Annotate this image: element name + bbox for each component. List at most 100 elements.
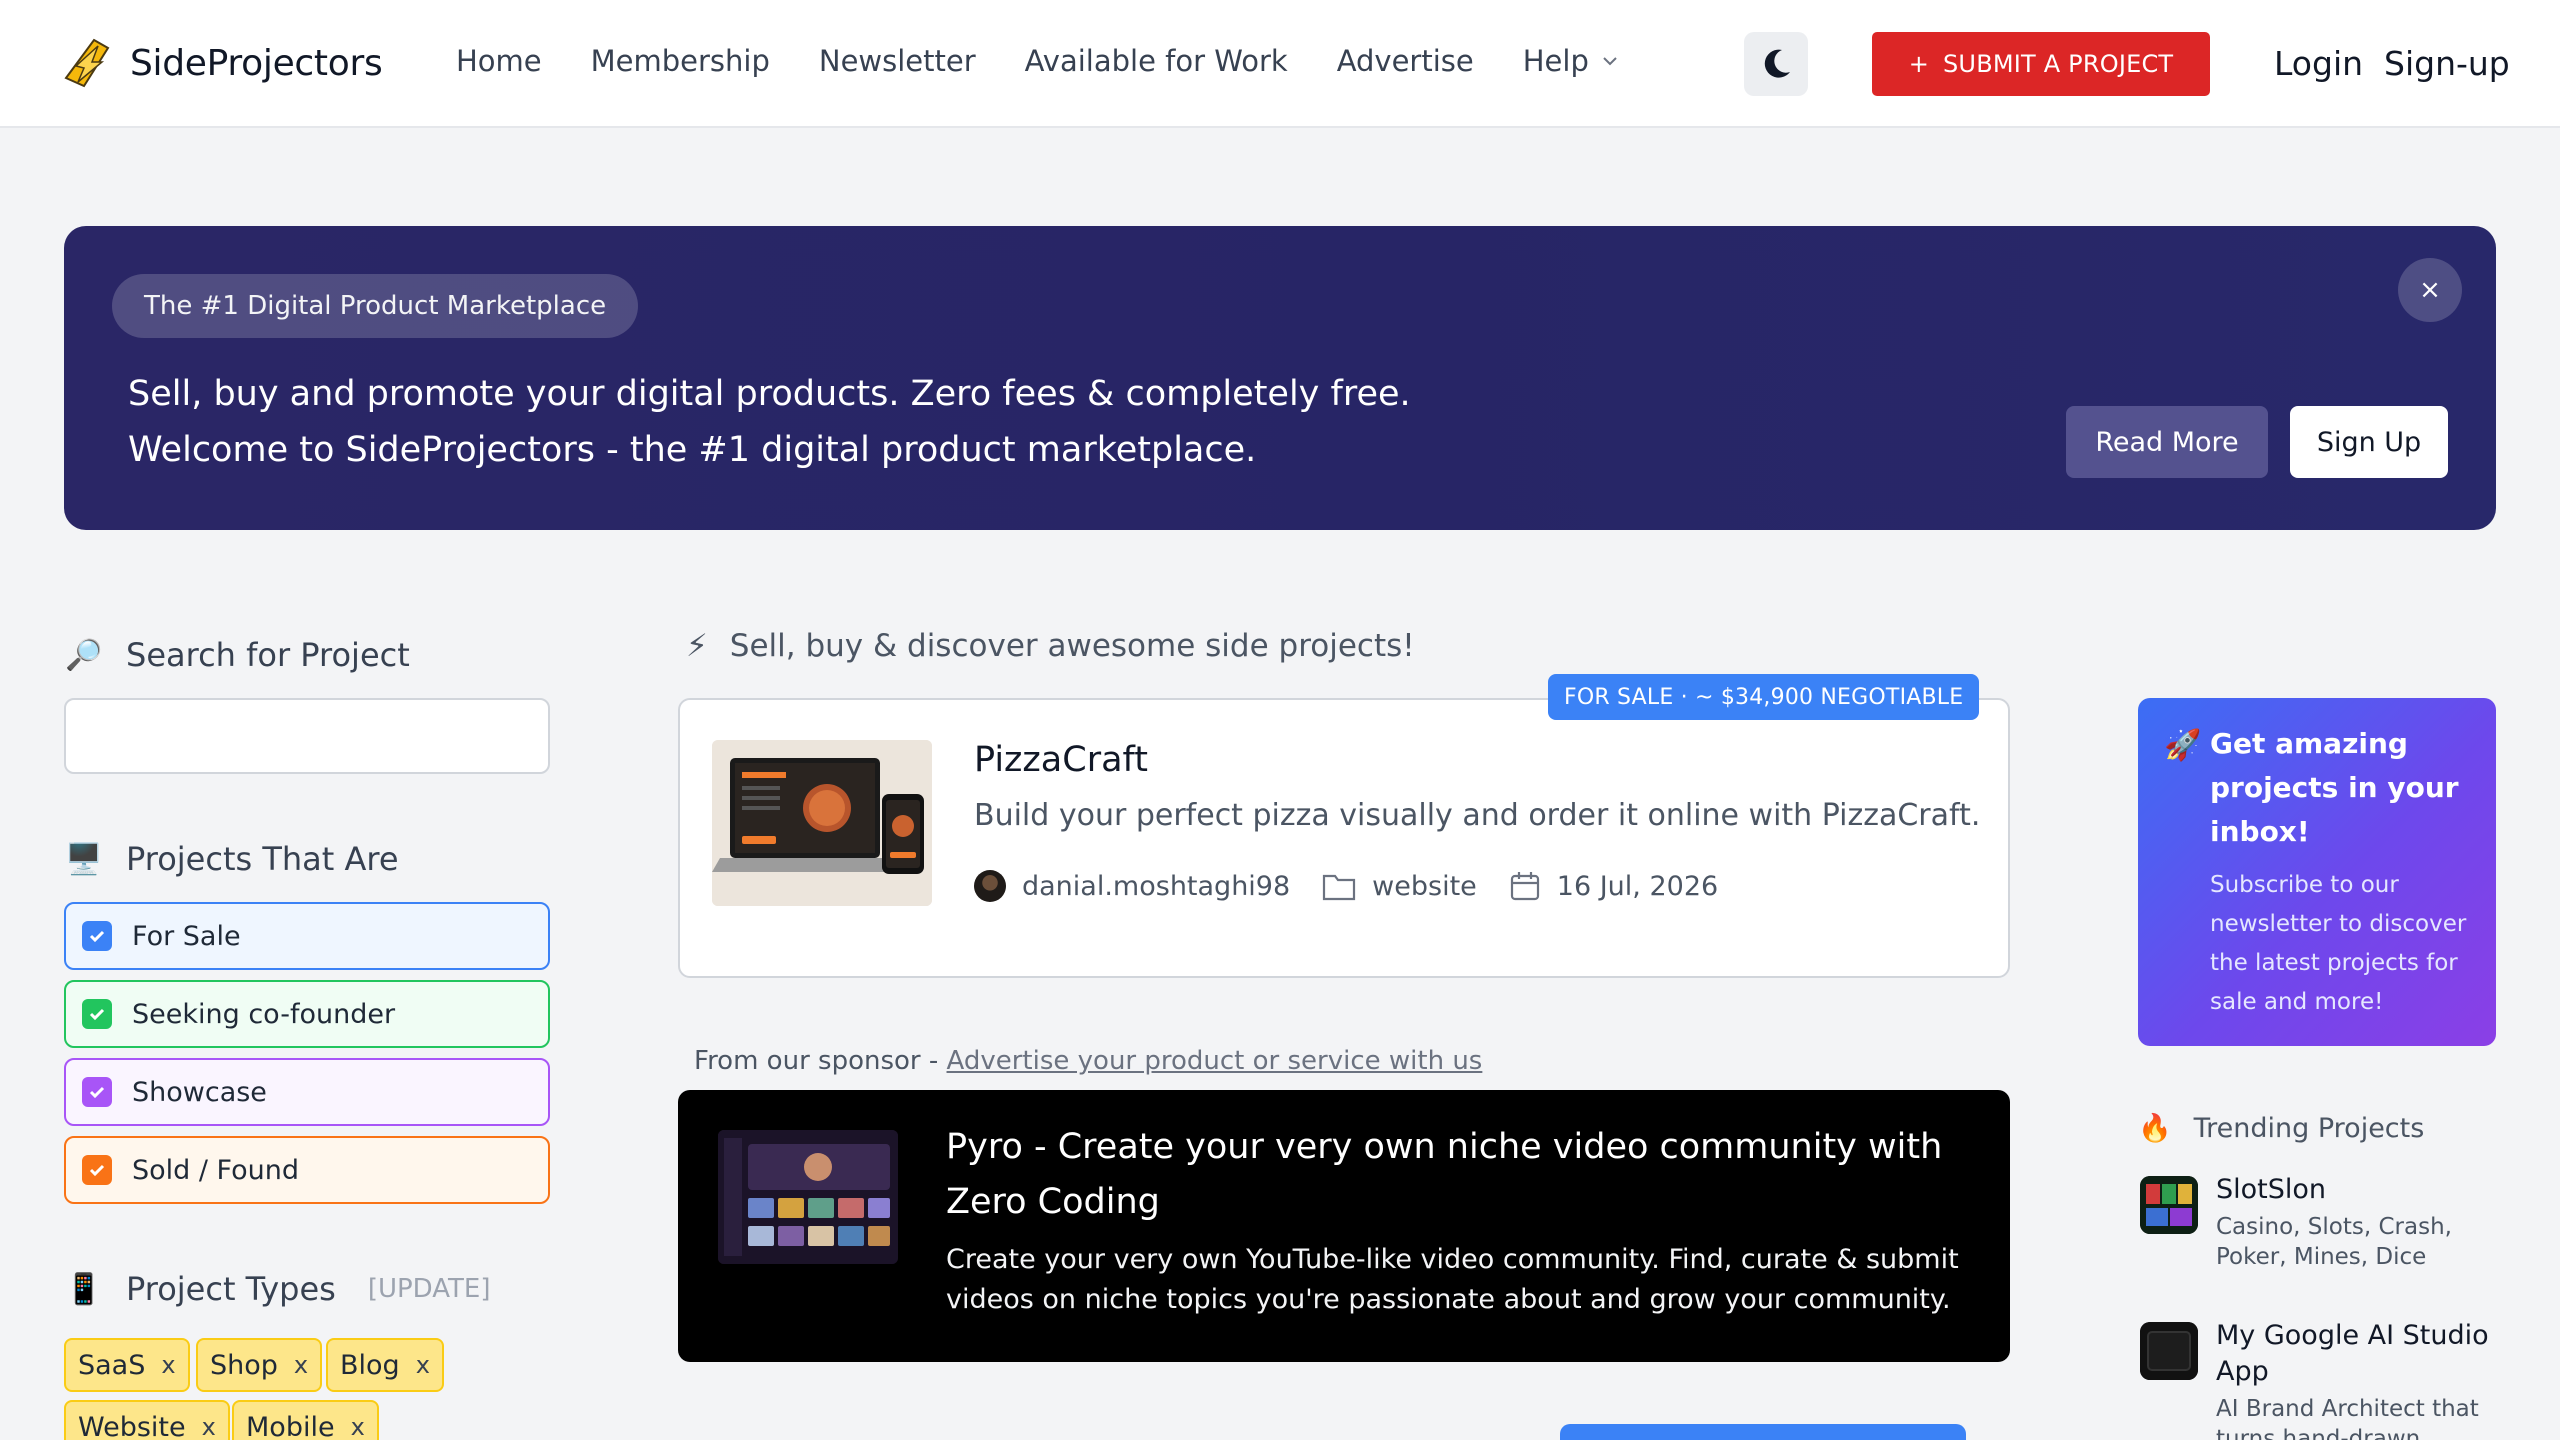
login-link[interactable]: Login: [2274, 44, 2363, 83]
sponsor-title[interactable]: Pyro - Create your very own niche video …: [946, 1120, 1966, 1230]
remove-chip-icon[interactable]: x: [161, 1351, 175, 1379]
video-community-screenshot-image: [718, 1130, 898, 1264]
chip-label: SaaS: [78, 1349, 146, 1381]
google-ai-studio-app-logo: [2140, 1322, 2198, 1380]
filter-showcase[interactable]: Showcase: [64, 1058, 550, 1126]
for-sale-badge: FOR SALE · ~ $34,900 NEGOTIABLE: [1548, 674, 1980, 720]
project-author[interactable]: danial.moshtaghi98: [974, 870, 1290, 902]
filter-sold-found[interactable]: Sold / Found: [64, 1136, 550, 1204]
dark-mode-toggle[interactable]: [1744, 32, 1808, 96]
trending-name[interactable]: SlotSlon: [2216, 1172, 2496, 1208]
project-description: Build your perfect pizza visually and or…: [974, 798, 1981, 833]
search-input[interactable]: [64, 698, 550, 774]
plus-icon: +: [1908, 50, 1929, 78]
site-logo[interactable]: SideProjectors: [64, 38, 383, 88]
submit-project-button[interactable]: + SUBMIT A PROJECT: [1872, 32, 2210, 96]
hero-banner: The #1 Digital Product Marketplace Sell,…: [64, 226, 2496, 530]
avatar: [974, 870, 1006, 902]
project-types-title: 📱 Project Types [UPDATE]: [64, 1270, 490, 1308]
site-header: SideProjectors Home Membership Newslette…: [0, 0, 2560, 128]
projects-that-are-title: 🖥️ Projects That Are: [64, 840, 399, 878]
feed-tagline: ⚡ Sell, buy & discover awesome side proj…: [686, 628, 1415, 664]
search-title: Search for Project: [126, 636, 410, 674]
checkbox-checked-icon[interactable]: [82, 1155, 112, 1185]
search-section-title: 🔎 Search for Project: [64, 636, 410, 674]
trending-item[interactable]: My Google AI Studio App AI Brand Archite…: [2140, 1318, 2496, 1440]
nav-home[interactable]: Home: [456, 44, 542, 78]
project-card[interactable]: PizzaCraft Build your perfect pizza visu…: [678, 698, 2010, 978]
trending-label: Trending Projects: [2193, 1112, 2425, 1144]
trending-description: AI Brand Architect that turns hand-drawn: [2216, 1396, 2479, 1440]
hero-headline: Sell, buy and promote your digital produ…: [128, 374, 1411, 414]
chip-label: Mobile: [246, 1411, 335, 1440]
advertise-link[interactable]: Advertise your product or service with u…: [947, 1046, 1483, 1076]
filter-label: Showcase: [132, 1076, 267, 1108]
nav-available-for-work[interactable]: Available for Work: [1025, 44, 1288, 78]
nav-membership[interactable]: Membership: [591, 44, 770, 78]
hero-subheadline: Welcome to SideProjectors - the #1 digit…: [128, 430, 1257, 470]
sponsor-description: Create your very own YouTube-like video …: [946, 1244, 1959, 1315]
filter-for-sale[interactable]: For Sale: [64, 902, 550, 970]
trending-name[interactable]: My Google AI Studio App: [2216, 1318, 2496, 1390]
date-label: 16 Jul, 2026: [1556, 870, 1719, 902]
projects-that-are-label: Projects That Are: [126, 840, 399, 878]
lightning-icon: ⚡: [686, 628, 708, 664]
filter-label: For Sale: [132, 920, 241, 952]
type-chip-website[interactable]: Website x: [64, 1400, 230, 1440]
chevron-down-icon: [1603, 57, 1617, 66]
remove-chip-icon[interactable]: x: [351, 1413, 365, 1440]
nav-advertise[interactable]: Advertise: [1337, 44, 1474, 78]
type-chip-mobile[interactable]: Mobile x: [232, 1400, 379, 1440]
slotslon-logo: [2140, 1176, 2198, 1234]
nav-newsletter[interactable]: Newsletter: [819, 44, 976, 78]
filter-label: Sold / Found: [132, 1154, 300, 1186]
chip-label: Shop: [210, 1349, 278, 1381]
chip-label: Website: [78, 1411, 186, 1440]
sponsor-thumbnail[interactable]: [718, 1130, 898, 1264]
author-name: danial.moshtaghi98: [1022, 870, 1291, 902]
trending-title: 🔥 Trending Projects: [2138, 1112, 2425, 1145]
submit-project-label: SUBMIT A PROJECT: [1943, 50, 2174, 78]
moon-icon: [1764, 49, 1790, 78]
remove-chip-icon[interactable]: x: [294, 1351, 308, 1379]
remove-chip-icon[interactable]: x: [416, 1351, 430, 1379]
sponsor-prefix: From our sponsor -: [694, 1046, 947, 1076]
folder-icon: [1323, 874, 1356, 901]
remove-chip-icon[interactable]: x: [202, 1413, 216, 1440]
magnifier-icon: 🔎: [65, 637, 103, 673]
nav-help[interactable]: Help: [1523, 44, 1619, 78]
checkbox-checked-icon[interactable]: [82, 999, 112, 1029]
logo-bolt-icon: [64, 38, 110, 88]
fire-icon: 🔥: [2138, 1113, 2172, 1144]
read-more-button[interactable]: Read More: [2066, 406, 2268, 478]
close-icon[interactable]: ×: [2398, 258, 2462, 322]
project-category[interactable]: website: [1322, 871, 1477, 902]
filter-label: Seeking co-founder: [132, 998, 396, 1030]
tagline-text: Sell, buy & discover awesome side projec…: [729, 628, 1415, 664]
trending-item[interactable]: SlotSlon Casino, Slots, Crash, Poker, Mi…: [2140, 1172, 2496, 1282]
checkbox-checked-icon[interactable]: [82, 1077, 112, 1107]
newsletter-card[interactable]: 🚀 Get amazing projects in your inbox! Su…: [2138, 698, 2496, 1046]
chip-label: Blog: [340, 1349, 400, 1381]
filter-seeking-cofounder[interactable]: Seeking co-founder: [64, 980, 550, 1048]
hero-signup-button[interactable]: Sign Up: [2290, 406, 2448, 478]
project-thumbnail[interactable]: [712, 740, 932, 906]
logo-text: SideProjectors: [130, 42, 383, 84]
type-chip-blog[interactable]: Blog x: [326, 1338, 444, 1392]
computer-icon: 🖥️: [65, 841, 103, 877]
newsletter-description: Subscribe to our newsletter to discover …: [2210, 872, 2467, 1015]
project-title[interactable]: PizzaCraft: [974, 740, 1148, 780]
nav-help-label: Help: [1522, 44, 1589, 78]
checkbox-checked-icon[interactable]: [82, 921, 112, 951]
next-card-badge: [1560, 1424, 1966, 1440]
type-chip-shop[interactable]: Shop x: [196, 1338, 323, 1392]
sponsor-card[interactable]: Pyro - Create your very own niche video …: [678, 1090, 2010, 1362]
newsletter-title: Get amazing projects in your inbox!: [2210, 727, 2459, 848]
category-label: website: [1372, 870, 1477, 902]
project-date: 16 Jul, 2026: [1509, 870, 1718, 902]
update-types-link[interactable]: [UPDATE]: [368, 1274, 491, 1304]
trending-description: Casino, Slots, Crash, Poker, Mines, Dice: [2216, 1214, 2452, 1270]
project-meta: danial.moshtaghi98 website 16 Jul, 2026: [974, 870, 1718, 902]
type-chip-saas[interactable]: SaaS x: [64, 1338, 190, 1392]
signup-link[interactable]: Sign-up: [2384, 44, 2510, 83]
